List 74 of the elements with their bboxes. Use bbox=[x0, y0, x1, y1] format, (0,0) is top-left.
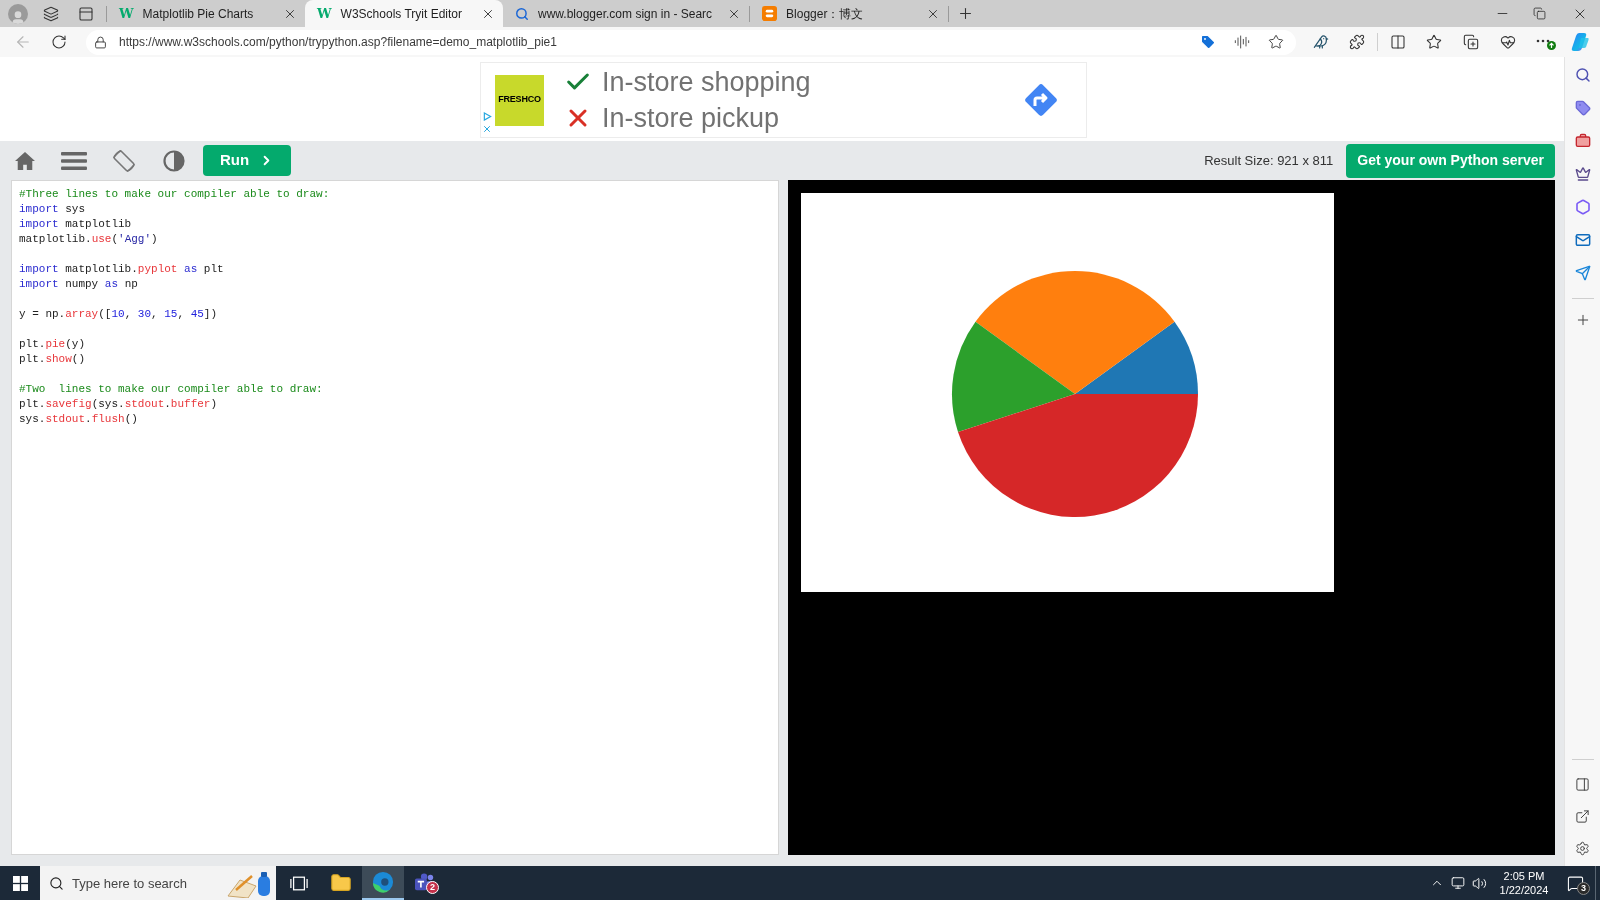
volume-icon[interactable] bbox=[1472, 875, 1487, 891]
code-line: plt.show() bbox=[19, 352, 85, 367]
star-icon[interactable] bbox=[1426, 34, 1442, 50]
external-link-icon[interactable] bbox=[1575, 809, 1590, 824]
rotate-icon[interactable] bbox=[112, 148, 136, 173]
tab-favicon: W bbox=[317, 7, 332, 20]
code-line: import numpy as np bbox=[19, 277, 138, 292]
search-icon bbox=[49, 876, 64, 891]
restore-icon[interactable] bbox=[1533, 7, 1546, 20]
browser-tab[interactable]: Blogger：博文 bbox=[750, 0, 949, 27]
folder-icon bbox=[330, 872, 352, 894]
browser-tab[interactable]: W W3Schools Tryit Editor bbox=[305, 0, 503, 27]
windows-logo-icon[interactable] bbox=[12, 875, 28, 891]
mail-icon[interactable] bbox=[1574, 232, 1591, 248]
swirl-logo-icon bbox=[372, 871, 394, 893]
sound-waves-icon[interactable] bbox=[1234, 34, 1250, 50]
tab-title: W3Schools Tryit Editor bbox=[340, 5, 463, 23]
code-line: #Two lines to make our compiler able to draw: bbox=[19, 382, 323, 397]
code-line: plt.pie(y) bbox=[19, 337, 86, 352]
clock-time[interactable]: 2:05 PM bbox=[1503, 869, 1545, 883]
lock-icon bbox=[94, 35, 107, 49]
square-logo-icon bbox=[762, 6, 778, 21]
menu-icon[interactable] bbox=[61, 150, 87, 171]
paper-plane-icon[interactable] bbox=[1574, 265, 1591, 281]
taskbar-app[interactable]: 2 bbox=[404, 866, 446, 900]
split-screen-icon[interactable] bbox=[1390, 34, 1406, 50]
network-icon[interactable] bbox=[1451, 876, 1465, 890]
code-line: import matplotlib.pyplot as plt bbox=[19, 262, 224, 277]
panel-icon[interactable] bbox=[1575, 777, 1590, 792]
settings-icon[interactable] bbox=[1575, 841, 1590, 856]
bird-icon[interactable] bbox=[1313, 34, 1329, 50]
tab-favicon: W bbox=[119, 7, 134, 20]
star-icon[interactable] bbox=[1268, 34, 1284, 50]
taskbar-badge: 2 bbox=[426, 881, 439, 894]
code-line: plt.savefig(sys.stdout.buffer) bbox=[19, 397, 218, 412]
ad-choices-icon[interactable] bbox=[482, 112, 492, 121]
ad-text: In-store pickup bbox=[602, 102, 780, 134]
layers-icon[interactable] bbox=[43, 5, 59, 22]
search-icon bbox=[515, 6, 529, 21]
panel-icon[interactable] bbox=[78, 5, 94, 22]
home-icon[interactable] bbox=[14, 150, 36, 171]
tab-title: Blogger：博文 bbox=[786, 5, 865, 23]
taskbar-app[interactable] bbox=[362, 866, 404, 900]
gradient-logo-icon[interactable] bbox=[1570, 32, 1590, 52]
contrast-icon[interactable] bbox=[163, 149, 185, 172]
refresh-icon[interactable] bbox=[51, 34, 67, 50]
notification-count: 3 bbox=[1577, 882, 1590, 895]
ad-logo: FRESHCO bbox=[495, 74, 544, 126]
address-field[interactable]: https://www.w3schools.com/python/trypython.asp?filename=demo_matplotlib_pie1 bbox=[86, 29, 1296, 55]
tab-title: www.blogger.com sign in - Searc bbox=[538, 5, 713, 23]
tab-title: Matplotlib Pie Charts bbox=[142, 5, 255, 23]
search-field[interactable]: Type here to search bbox=[40, 866, 276, 900]
hexagon-icon[interactable] bbox=[1574, 199, 1591, 215]
url-text: https://www.w3schools.com/python/trypython.asp?filename=demo_matplotlib_pie1 bbox=[119, 34, 557, 51]
code-line: matplotlib.use('Agg') bbox=[19, 232, 158, 247]
code-line: y = np.array([10, 30, 15, 45]) bbox=[19, 307, 218, 322]
puzzle-icon[interactable] bbox=[1349, 34, 1365, 50]
result-size-text: Result Size: 921 x 811 bbox=[1204, 151, 1334, 170]
code-line: #Three lines to make our compiler able to draw: bbox=[19, 187, 330, 202]
code-line: import matplotlib bbox=[19, 217, 132, 232]
code-line: sys.stdout.flush() bbox=[19, 412, 138, 427]
collections-icon[interactable] bbox=[1463, 34, 1479, 50]
briefcase-icon[interactable] bbox=[1574, 133, 1591, 149]
browser-tab[interactable]: W Matplotlib Pie Charts bbox=[107, 0, 305, 27]
search-icon[interactable] bbox=[1574, 67, 1591, 83]
heart-pulse-icon[interactable] bbox=[1500, 34, 1516, 50]
close-ad-icon[interactable] bbox=[482, 124, 492, 134]
task-view-icon bbox=[290, 875, 308, 891]
tag-icon[interactable] bbox=[1574, 100, 1591, 116]
clock-date[interactable]: 1/22/2024 bbox=[1499, 883, 1549, 897]
crown-icon[interactable] bbox=[1574, 166, 1591, 182]
browser-tab[interactable]: www.blogger.com sign in - Searc bbox=[503, 0, 750, 27]
code-line: import sys bbox=[19, 202, 85, 217]
ad-text: In-store shopping bbox=[602, 66, 811, 98]
